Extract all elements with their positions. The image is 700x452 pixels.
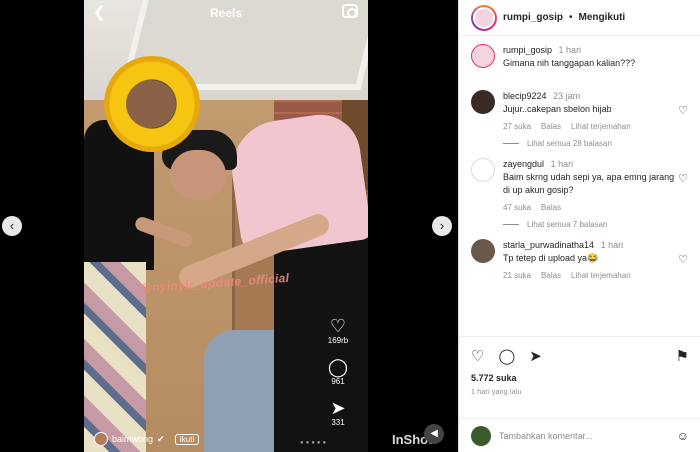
translate-button[interactable]: Lihat terjemahan (571, 269, 631, 282)
view-replies-label: Lihat semua 7 balasan (527, 220, 608, 229)
share-send-icon[interactable]: ➤ (529, 347, 542, 365)
caption-avatar[interactable] (471, 44, 495, 68)
current-user-avatar (471, 425, 491, 446)
previous-arrow-icon[interactable]: ‹ (2, 216, 22, 236)
post-time: 1 hari yang lalu (471, 389, 522, 396)
comment-text: Jujur..cakepan sbelon hijab (503, 104, 612, 114)
comment-item: blecip9224 23 jam Jujur..cakepan sbelon … (471, 90, 688, 133)
caption-username[interactable]: rumpi_gosip (503, 45, 552, 55)
video-like-count: 169rb (327, 336, 349, 345)
instagram-post-viewer: ‹ › @nyinyir_update_official ❮ Reels ♡ 1… (0, 0, 700, 452)
sunflower-face (126, 80, 176, 128)
verified-icon: ✔ (157, 433, 165, 444)
heart-icon: ♡ (329, 316, 347, 336)
reply-button[interactable]: Balas (541, 120, 561, 133)
comment-username[interactable]: starla_purwadinatha14 (503, 240, 594, 250)
add-comment-bar: ☺ (459, 418, 700, 452)
following-button[interactable]: Mengikuti (579, 12, 626, 23)
media-area: ‹ › @nyinyir_update_official ❮ Reels ♡ 1… (0, 0, 458, 452)
comment-icon[interactable]: ◯ (498, 347, 515, 365)
post-header: rumpi_gosip • Mengikuti (459, 0, 700, 36)
comment-avatar[interactable] (471, 90, 495, 114)
video-share-button[interactable]: ➤ 331 (318, 398, 358, 427)
volume-icon[interactable]: ◀ (424, 424, 444, 444)
comment-text: Baim skrng udah sepi ya, apa emng jarang… (503, 172, 675, 195)
video-username: baimwong (112, 434, 154, 444)
video-avatar (94, 432, 108, 446)
reels-title: Reels (209, 6, 243, 20)
comment-time: 1 hari (600, 240, 624, 250)
video-share-count: 331 (331, 418, 345, 427)
comment-username[interactable]: blecip9224 (503, 91, 547, 101)
comment-list: rumpi_gosip 1 hari Gimana nih tanggapan … (459, 36, 700, 282)
bookmark-icon[interactable]: ⚑ (676, 347, 689, 365)
caption: rumpi_gosip 1 hari Gimana nih tanggapan … (471, 44, 688, 70)
comment-likes[interactable]: 47 suka (503, 201, 531, 214)
comment-heart-icon[interactable]: ♡ (678, 104, 688, 117)
comment-heart-icon[interactable]: ♡ (678, 253, 688, 266)
video-user[interactable]: baimwong ✔ Ikuti (94, 432, 200, 446)
video-like-button[interactable]: ♡ 169rb (318, 316, 358, 345)
view-replies-label: Lihat semua 28 balasan (527, 139, 612, 148)
carousel-dots: ●●●●● (300, 440, 329, 446)
comment-item: starla_purwadinatha14 1 hari Tp tetep di… (471, 239, 688, 282)
comment-likes[interactable]: 21 suka (503, 269, 531, 282)
emoji-icon[interactable]: ☺ (677, 429, 689, 443)
send-icon: ➤ (330, 398, 346, 418)
video-actions: ♡ 169rb ◯ 961 ➤ 331 (318, 316, 358, 439)
comment-heart-icon[interactable]: ♡ (678, 172, 688, 185)
video-comment-button[interactable]: ◯ 961 (318, 357, 358, 386)
header-username[interactable]: rumpi_gosip (503, 12, 563, 23)
like-heart-icon[interactable]: ♡ (471, 347, 484, 365)
comment-text: Tp tetep di upload ya😂 (503, 253, 599, 263)
separator-dot: • (569, 12, 573, 23)
comment-item: zayengdul 1 hari Baim skrng udah sepi ya… (471, 158, 688, 214)
post-side-panel: rumpi_gosip • Mengikuti rumpi_gosip 1 ha… (458, 0, 700, 452)
header-avatar[interactable] (471, 4, 497, 31)
comment-icon: ◯ (327, 357, 349, 377)
person-left-pants (84, 262, 146, 452)
next-arrow-icon[interactable]: › (432, 216, 452, 236)
translate-button[interactable]: Lihat terjemahan (571, 120, 631, 133)
post-like-count[interactable]: 5.772 suka (471, 373, 689, 383)
person-right-head (170, 150, 226, 200)
view-replies-button[interactable]: Lihat semua 28 balasan (503, 139, 688, 148)
add-comment-input[interactable] (499, 430, 669, 441)
comment-time: 1 hari (550, 159, 574, 169)
post-actions: ♡ ◯ ➤ ⚑ 5.772 suka 1 hari yang lalu (459, 336, 700, 396)
comment-time: 23 jam (553, 91, 581, 101)
comment-likes[interactable]: 27 suka (503, 120, 531, 133)
video-comment-count: 961 (331, 377, 345, 386)
comment-avatar[interactable] (471, 239, 495, 263)
camera-icon[interactable] (342, 4, 358, 18)
view-replies-button[interactable]: Lihat semua 7 balasan (503, 220, 688, 229)
reply-button[interactable]: Balas (541, 201, 561, 214)
caption-time: 1 hari (558, 45, 582, 55)
reel-video[interactable]: @nyinyir_update_official ❮ Reels ♡ 169rb… (84, 0, 368, 452)
comment-username[interactable]: zayengdul (503, 159, 544, 169)
caption-text: Gimana nih tanggapan kalian??? (503, 58, 636, 68)
comment-avatar[interactable] (471, 158, 495, 182)
reply-button[interactable]: Balas (541, 269, 561, 282)
video-follow-button[interactable]: Ikuti (174, 433, 200, 445)
